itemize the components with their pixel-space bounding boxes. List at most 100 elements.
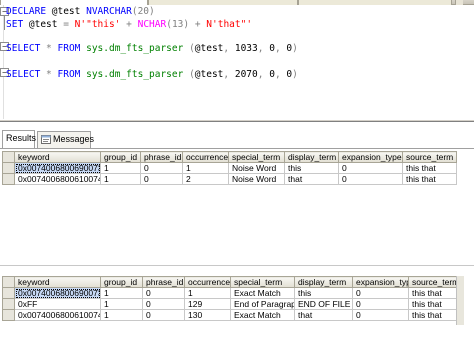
cell-occurrence[interactable]: 1: [182, 162, 229, 174]
code-token: ): [292, 69, 298, 80]
cell-group-id[interactable]: 1: [100, 309, 143, 321]
cell-group-id[interactable]: 1: [100, 162, 141, 174]
column-header-expansion-type[interactable]: expansion_type: [338, 151, 403, 163]
cell-occurrence[interactable]: 129: [184, 298, 231, 310]
code-token: @test: [194, 43, 224, 54]
query-editor[interactable]: − − − DECLARE @test NVARCHAR(20) SET @te…: [0, 5, 474, 119]
column-header-special-term[interactable]: special_term: [230, 276, 295, 288]
code-token: @test: [28, 19, 64, 30]
grid-corner[interactable]: [2, 276, 15, 288]
results-grid-2[interactable]: keyword group_id phrase_id occurrence specia…: [2, 276, 457, 321]
cell-source-term[interactable]: this that: [408, 309, 457, 321]
column-header-source-term[interactable]: source_term: [408, 276, 457, 288]
results-pane: keyword group_id phrase_id occurrence specia…: [0, 149, 474, 338]
row-selector[interactable]: [2, 287, 15, 299]
code-token: sys.dm_fts_parser: [86, 69, 190, 80]
cell-occurrence[interactable]: 2: [182, 173, 229, 185]
code-token: NVARCHAR: [86, 6, 132, 17]
code-token: SET: [6, 19, 29, 30]
cell-special-term[interactable]: End of Paragraph: [230, 298, 295, 310]
cell-phrase-id[interactable]: 0: [140, 162, 183, 174]
tab-messages[interactable]: Messages: [37, 131, 94, 148]
code-token: =: [63, 19, 75, 30]
cell-occurrence[interactable]: 130: [184, 309, 231, 321]
cell-display-term[interactable]: this: [294, 287, 353, 299]
tab-results[interactable]: Results: [2, 130, 37, 148]
cell-expansion-type[interactable]: 0: [352, 298, 409, 310]
column-header-keyword[interactable]: keyword: [14, 276, 101, 288]
column-header-display-term[interactable]: display_term: [284, 151, 339, 163]
table-row[interactable]: 0xFF 1 0 129 End of Paragraph END OF FILE 0 thi…: [2, 298, 457, 310]
grid-corner[interactable]: [2, 151, 15, 163]
table-row[interactable]: 0x0074006800610074 1 0 130 Exact Match that 0 t…: [2, 309, 457, 321]
grid-header-row: keyword group_id phrase_id occurrence specia…: [2, 151, 457, 163]
cell-occurrence[interactable]: 1: [184, 287, 231, 299]
cell-keyword[interactable]: 0x0074006800610074: [14, 173, 101, 185]
code-token: *: [46, 43, 58, 54]
code-token: ,: [257, 69, 270, 80]
code-token: ,: [223, 69, 235, 80]
messages-icon: [41, 135, 51, 144]
cell-group-id[interactable]: 1: [100, 298, 143, 310]
code-token: sys.dm_fts_parser: [86, 43, 190, 54]
cell-keyword[interactable]: 0xFF: [14, 298, 101, 310]
code-token: DECLARE: [6, 6, 52, 17]
code-token: ,: [274, 43, 287, 54]
code-line: DECLARE @test NVARCHAR(20): [6, 5, 155, 18]
row-selector[interactable]: [2, 298, 15, 310]
cell-expansion-type[interactable]: 0: [338, 162, 403, 174]
column-header-display-term[interactable]: display_term: [294, 276, 353, 288]
row-selector[interactable]: [2, 173, 15, 185]
cell-source-term[interactable]: this that: [402, 173, 457, 185]
code-token: FROM: [57, 43, 87, 54]
results-tab-label: Results: [6, 133, 37, 143]
column-header-occurrence[interactable]: occurrence: [182, 151, 229, 163]
cell-phrase-id[interactable]: 0: [142, 309, 185, 321]
column-header-phrase-id[interactable]: phrase_id: [142, 276, 185, 288]
cell-phrase-id[interactable]: 0: [142, 287, 185, 299]
column-header-phrase-id[interactable]: phrase_id: [140, 151, 183, 163]
cell-display-term[interactable]: that: [294, 309, 353, 321]
cell-source-term[interactable]: this that: [402, 162, 457, 174]
cell-display-term[interactable]: this: [284, 162, 339, 174]
column-header-group-id[interactable]: group_id: [100, 151, 141, 163]
cell-phrase-id[interactable]: 0: [140, 173, 183, 185]
cell-keyword[interactable]: 0x0074006800690073: [14, 162, 101, 174]
cell-phrase-id[interactable]: 0: [142, 298, 185, 310]
cell-special-term[interactable]: Exact Match: [230, 287, 295, 299]
cell-special-term[interactable]: Noise Word: [228, 162, 285, 174]
cell-expansion-type[interactable]: 0: [352, 309, 409, 321]
code-token: +: [126, 19, 138, 30]
results-tab-bar: Results Messages: [0, 122, 474, 149]
cell-group-id[interactable]: 1: [100, 173, 141, 185]
column-header-occurrence[interactable]: occurrence: [184, 276, 231, 288]
row-selector[interactable]: [2, 309, 15, 321]
cell-keyword[interactable]: 0x0074006800610074: [14, 309, 101, 321]
code-line: SET @test = N'"this' + NCHAR(13) + N'tha…: [6, 18, 252, 31]
cell-source-term[interactable]: this that: [408, 287, 457, 299]
cell-source-term[interactable]: this that: [408, 298, 457, 310]
cell-display-term[interactable]: END OF FILE: [294, 298, 353, 310]
cell-expansion-type[interactable]: 0: [338, 173, 403, 185]
table-row[interactable]: 0x0074006800610074 1 0 2 Noise Word that 0 this…: [2, 173, 457, 185]
code-line: SELECT * FROM sys.dm_fts_parser (@test, …: [6, 68, 298, 81]
cell-group-id[interactable]: 1: [100, 287, 143, 299]
row-selector[interactable]: [2, 162, 15, 174]
column-header-keyword[interactable]: keyword: [14, 151, 101, 163]
code-token: SELECT: [6, 69, 47, 80]
column-header-special-term[interactable]: special_term: [228, 151, 285, 163]
cell-display-term[interactable]: that: [284, 173, 339, 185]
cell-special-term[interactable]: Exact Match: [230, 309, 295, 321]
cell-keyword[interactable]: 0x0074006800690073: [14, 287, 101, 299]
column-header-source-term[interactable]: source_term: [402, 151, 457, 163]
code-token: @test: [51, 6, 87, 17]
cell-expansion-type[interactable]: 0: [352, 287, 409, 299]
table-row[interactable]: 0x0074006800690073 1 0 1 Exact Match this 0 thi…: [2, 287, 457, 299]
column-header-expansion-type[interactable]: expansion_type: [352, 276, 409, 288]
grid-scrollbar[interactable]: [456, 276, 464, 325]
code-token: NCHAR: [137, 19, 167, 30]
column-header-group-id[interactable]: group_id: [100, 276, 143, 288]
cell-special-term[interactable]: Noise Word: [228, 173, 285, 185]
table-row[interactable]: 0x0074006800690073 1 0 1 Noise Word this 0 this…: [2, 162, 457, 174]
results-grid-1[interactable]: keyword group_id phrase_id occurrence specia…: [2, 151, 457, 185]
